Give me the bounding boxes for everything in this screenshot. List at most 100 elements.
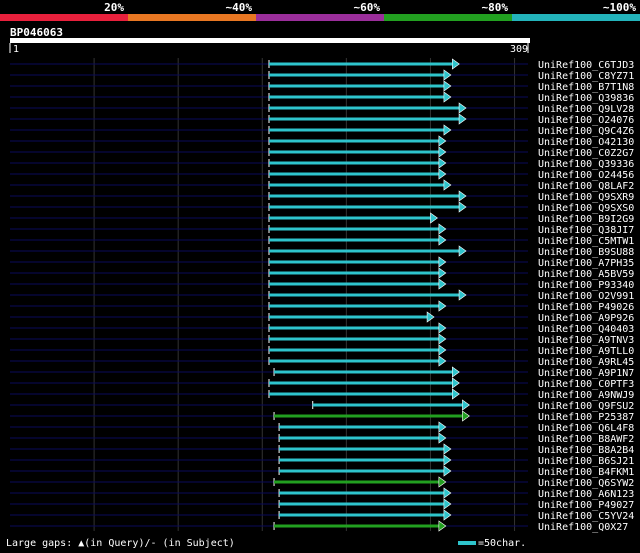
identity-band (512, 14, 640, 21)
hit-bar (269, 337, 439, 341)
axis-end-label: 309 (510, 44, 528, 55)
hit-label[interactable]: UniRef100_Q9LV28 (538, 104, 634, 115)
hit-arrowhead (458, 245, 467, 257)
identity-legend-label: ~80% (482, 1, 509, 14)
hit-arrowhead (438, 355, 447, 367)
hit-arrowhead (438, 520, 447, 532)
hit-arrowhead (443, 498, 452, 510)
hit-bar (312, 403, 463, 407)
hit-arrowhead (438, 278, 447, 290)
alignment-row: UniRef100_B8AWF2 (10, 432, 634, 445)
hit-label[interactable]: UniRef100_A9P1N7 (538, 368, 634, 379)
hit-bar (279, 469, 444, 473)
hit-bar (269, 315, 428, 319)
hit-label[interactable]: UniRef100_B7T1N8 (538, 82, 634, 93)
hit-label[interactable]: UniRef100_Q8LAF2 (538, 181, 634, 192)
alignment-row: UniRef100_B6SJ21 (10, 454, 634, 467)
hit-bar (279, 502, 444, 506)
alignment-row: UniRef100_B7T1N8 (10, 80, 634, 93)
hit-arrowhead (438, 135, 447, 147)
identity-color-bands (0, 14, 640, 21)
identity-legend-label: 20% (104, 1, 124, 14)
hit-label[interactable]: UniRef100_Q6SYW2 (538, 478, 634, 489)
hit-bar (274, 480, 439, 484)
hit-label[interactable]: UniRef100_Q39336 (538, 159, 634, 170)
hit-label[interactable]: UniRef100_Q0X27 (538, 522, 628, 533)
alignment-row: UniRef100_Q9LV28 (10, 102, 634, 115)
hit-arrowhead (438, 300, 447, 312)
hit-bar (269, 293, 460, 297)
hit-arrowhead (452, 377, 460, 389)
hit-arrowhead (438, 157, 447, 169)
hit-arrowhead (438, 322, 447, 334)
hit-label[interactable]: UniRef100_Q9C4Z6 (538, 126, 634, 137)
hit-label[interactable]: UniRef100_A6N123 (538, 489, 634, 500)
hit-arrowhead (458, 190, 467, 202)
hit-arrowhead (438, 476, 447, 488)
hit-label[interactable]: UniRef100_B4FKM1 (538, 467, 634, 478)
hit-arrowhead (438, 168, 447, 180)
hit-label[interactable]: UniRef100_C6TJD3 (538, 60, 634, 71)
alignment-row: UniRef100_A9TNV3 (10, 333, 634, 346)
hit-arrowhead (443, 454, 452, 466)
hit-arrowhead (443, 179, 452, 191)
hit-label[interactable]: UniRef100_P49026 (538, 302, 634, 313)
identity-legend-label: ~60% (354, 1, 381, 14)
hit-label[interactable]: UniRef100_Q39836 (538, 93, 634, 104)
hit-label[interactable]: UniRef100_O42130 (538, 137, 634, 148)
hit-bar (269, 227, 439, 231)
scale-legend: =50char. (458, 538, 526, 549)
hit-bar (269, 359, 439, 363)
hit-bar (269, 249, 460, 253)
hit-label[interactable]: UniRef100_P49027 (538, 500, 634, 511)
alignment-row: UniRef100_Q6L4F8 (10, 421, 634, 434)
identity-legend-label: ~40% (226, 1, 253, 14)
alignment-row: UniRef100_Q9SXR9 (10, 190, 634, 203)
hit-label[interactable]: UniRef100_C5YV24 (538, 511, 634, 522)
hit-label[interactable]: UniRef100_A9TNV3 (538, 335, 634, 346)
hit-label[interactable]: UniRef100_O24456 (538, 170, 634, 181)
hit-label[interactable]: UniRef100_A7PH35 (538, 258, 634, 269)
hit-label[interactable]: UniRef100_B9SU88 (538, 247, 634, 258)
hit-label[interactable]: UniRef100_Q6L4F8 (538, 423, 634, 434)
hit-label[interactable]: UniRef100_A9RL45 (538, 357, 634, 368)
hit-label[interactable]: UniRef100_Q40403 (538, 324, 634, 335)
hit-label[interactable]: UniRef100_A9NWJ9 (538, 390, 634, 401)
hit-label[interactable]: UniRef100_B8AWF2 (538, 434, 634, 445)
hit-arrowhead (458, 201, 467, 213)
hit-label[interactable]: UniRef100_O2V991 (538, 291, 634, 302)
alignment-chart: 20% ~40% ~60% ~80% ~100% BP046063 1 309 UniR… (0, 1, 640, 533)
alignment-row: UniRef100_A5BV59 (10, 267, 634, 280)
hit-label[interactable]: UniRef100_Q9SXS0 (538, 203, 634, 214)
hit-bar (269, 381, 453, 385)
hit-label[interactable]: UniRef100_C0PTF3 (538, 379, 634, 390)
hit-label[interactable]: UniRef100_C8YZ71 (538, 71, 634, 82)
alignment-row: UniRef100_C6TJD3 (10, 58, 634, 71)
hit-label[interactable]: UniRef100_P93340 (538, 280, 634, 291)
hit-label[interactable]: UniRef100_A5BV59 (538, 269, 634, 280)
hit-bar (269, 260, 439, 264)
alignment-row: UniRef100_C5MTW1 (10, 234, 634, 247)
hit-arrowhead (462, 399, 470, 411)
hit-label[interactable]: UniRef100_A9TLL0 (538, 346, 634, 357)
hit-label[interactable]: UniRef100_A9P926 (538, 313, 634, 324)
hit-bar (279, 458, 444, 462)
hit-label[interactable]: UniRef100_B9I2G9 (538, 214, 634, 225)
alignment-row: UniRef100_C0Z2G7 (10, 146, 634, 159)
hit-label[interactable]: UniRef100_Q9FSU2 (538, 401, 634, 412)
alignment-row: UniRef100_C0PTF3 (10, 377, 634, 390)
hit-label[interactable]: UniRef100_B8A2B4 (538, 445, 634, 456)
hit-label[interactable]: UniRef100_Q9SXR9 (538, 192, 634, 203)
alignment-row: UniRef100_Q40403 (10, 322, 634, 335)
hit-label[interactable]: UniRef100_C5MTW1 (538, 236, 634, 247)
hit-bar (274, 370, 453, 374)
hit-label[interactable]: UniRef100_P25387 (538, 412, 634, 423)
hit-bar (274, 414, 463, 418)
hit-label[interactable]: UniRef100_C0Z2G7 (538, 148, 634, 159)
alignment-row: UniRef100_B4FKM1 (10, 465, 634, 478)
hit-label[interactable]: UniRef100_O24076 (538, 115, 634, 126)
hit-label[interactable]: UniRef100_B6SJ21 (538, 456, 634, 467)
identity-legend-labels: 20% ~40% ~60% ~80% ~100% (104, 1, 636, 14)
hit-label[interactable]: UniRef100_Q38JI7 (538, 225, 634, 236)
hit-bar (269, 117, 460, 121)
